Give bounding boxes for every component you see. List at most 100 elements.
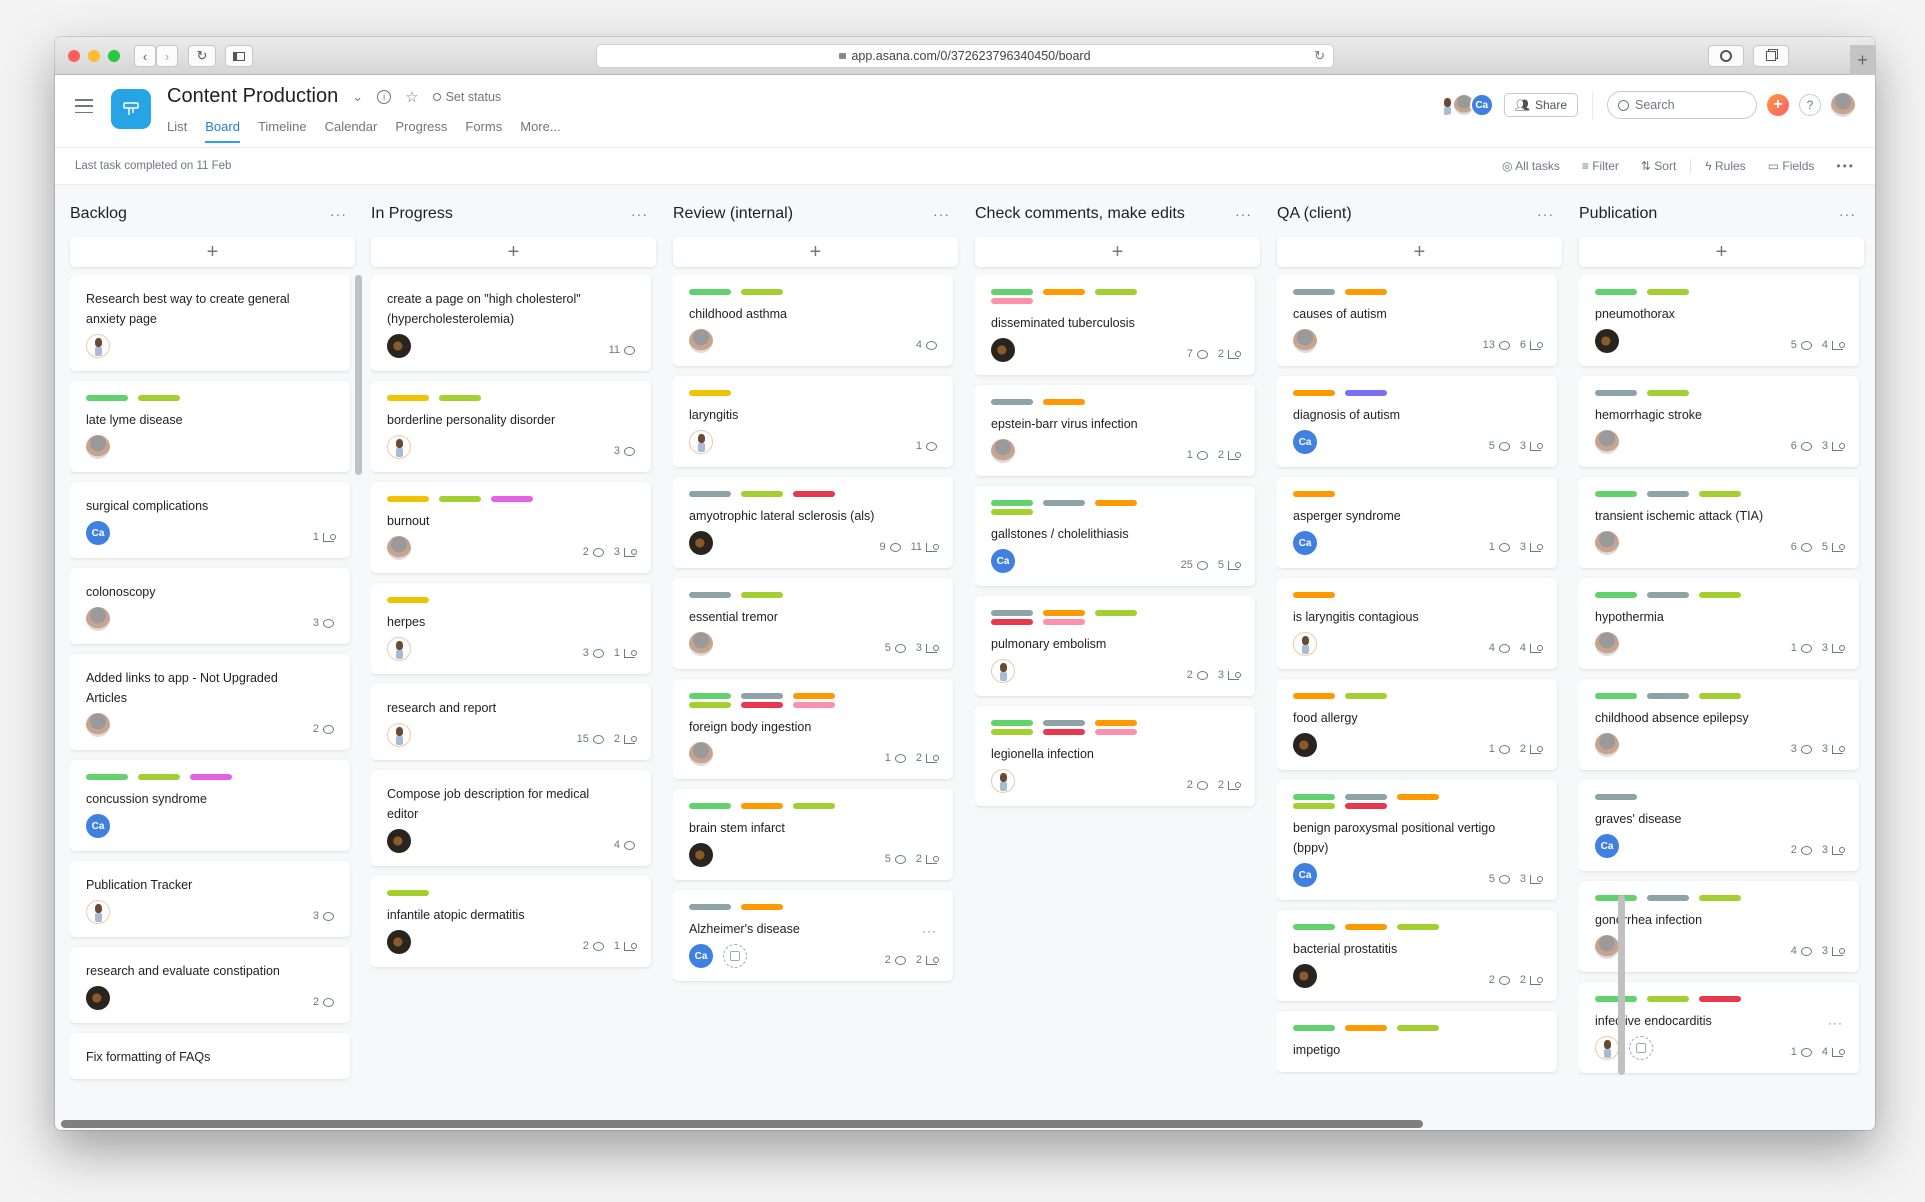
tag-lime[interactable] xyxy=(138,395,180,401)
add-task-button[interactable]: + xyxy=(70,237,355,267)
tag-gray[interactable] xyxy=(1043,720,1085,726)
user-avatar[interactable] xyxy=(1831,93,1855,117)
task-title[interactable]: diagnosis of autism xyxy=(1293,405,1541,425)
avatar[interactable] xyxy=(1293,329,1317,353)
tag-orange[interactable] xyxy=(1293,592,1335,598)
task-card[interactable]: hypothermia 1 3 xyxy=(1579,578,1859,669)
avatar[interactable] xyxy=(1595,430,1619,454)
task-card[interactable]: laryngitis 1 xyxy=(673,376,953,467)
task-title[interactable]: causes of autism xyxy=(1293,304,1541,324)
tag-yellow[interactable] xyxy=(387,395,429,401)
avatar[interactable] xyxy=(1595,531,1619,555)
tag-green[interactable] xyxy=(1595,996,1637,1002)
task-card[interactable]: Fix formatting of FAQs xyxy=(70,1033,350,1079)
tag-lime[interactable] xyxy=(138,774,180,780)
task-title[interactable]: research and evaluate constipation xyxy=(86,961,334,981)
vertical-scrollbar[interactable] xyxy=(1618,895,1625,1075)
task-card[interactable]: burnout 2 3 xyxy=(371,482,651,573)
task-title[interactable]: essential tremor xyxy=(689,607,937,627)
tag-gray[interactable] xyxy=(1595,794,1637,800)
calendar-icon[interactable] xyxy=(723,944,747,968)
tag-gray[interactable] xyxy=(689,592,731,598)
tag-orange[interactable] xyxy=(1095,720,1137,726)
task-card[interactable]: disseminated tuberculosis 7 2 xyxy=(975,275,1255,375)
task-title[interactable]: is laryngitis contagious xyxy=(1293,607,1541,627)
avatar[interactable]: Ca xyxy=(1293,531,1317,555)
task-card[interactable]: hemorrhagic stroke 6 3 xyxy=(1579,376,1859,467)
tag-gray[interactable] xyxy=(991,399,1033,405)
tag-lime[interactable] xyxy=(387,890,429,896)
tab-list[interactable]: List xyxy=(167,119,187,143)
tag-green[interactable] xyxy=(689,693,731,699)
tag-purple[interactable] xyxy=(1345,390,1387,396)
task-card[interactable]: Compose job description for medical edit… xyxy=(371,770,651,866)
task-title[interactable]: late lyme disease xyxy=(86,410,334,430)
tag-orange[interactable] xyxy=(1043,610,1085,616)
new-tab-button[interactable]: + xyxy=(1850,45,1875,75)
task-card[interactable]: foreign body ingestion 1 2 xyxy=(673,679,953,779)
tag-lime[interactable] xyxy=(1095,610,1137,616)
task-card[interactable]: Research best way to create general anxi… xyxy=(70,275,350,371)
tag-yellow[interactable] xyxy=(387,597,429,603)
add-task-button[interactable]: + xyxy=(1579,237,1864,267)
task-title[interactable]: Compose job description for medical edit… xyxy=(387,784,635,824)
tag-orange[interactable] xyxy=(1397,794,1439,800)
task-card[interactable]: Alzheimer's disease ··· Ca 2 2 xyxy=(673,890,953,981)
avatar[interactable]: Ca xyxy=(1293,863,1317,887)
tag-yellow[interactable] xyxy=(387,496,429,502)
task-title[interactable]: borderline personality disorder xyxy=(387,410,635,430)
tag-orange[interactable] xyxy=(1293,491,1335,497)
avatar[interactable] xyxy=(991,439,1015,463)
task-card[interactable]: asperger syndrome Ca 1 3 xyxy=(1277,477,1557,568)
avatar[interactable] xyxy=(1595,632,1619,656)
vertical-scrollbar[interactable] xyxy=(355,275,362,475)
avatar[interactable] xyxy=(689,632,713,656)
avatar[interactable] xyxy=(387,829,411,853)
tag-gray[interactable] xyxy=(1647,895,1689,901)
info-icon[interactable]: i xyxy=(377,89,392,104)
task-title[interactable]: Publication Tracker xyxy=(86,875,334,895)
task-card[interactable]: concussion syndrome Ca xyxy=(70,760,350,851)
tag-lime[interactable] xyxy=(1345,693,1387,699)
tag-orange[interactable] xyxy=(741,904,783,910)
task-card[interactable]: transient ischemic attack (TIA) 6 5 xyxy=(1579,477,1859,568)
avatar[interactable] xyxy=(86,435,110,459)
tag-lime[interactable] xyxy=(1699,895,1741,901)
tag-orange[interactable] xyxy=(1293,693,1335,699)
tag-pink[interactable] xyxy=(991,298,1033,304)
forward-button[interactable]: › xyxy=(156,45,178,67)
avatar[interactable] xyxy=(387,723,411,747)
task-title[interactable]: surgical complications xyxy=(86,496,334,516)
tag-gray[interactable] xyxy=(1345,794,1387,800)
tag-red[interactable] xyxy=(793,491,835,497)
task-card[interactable]: graves' disease Ca 2 3 xyxy=(1579,780,1859,871)
task-card[interactable]: surgical complications Ca 1 xyxy=(70,482,350,558)
avatar[interactable] xyxy=(387,435,411,459)
avatar[interactable] xyxy=(86,607,110,631)
task-title[interactable]: disseminated tuberculosis xyxy=(991,313,1239,333)
tag-lime[interactable] xyxy=(991,729,1033,735)
avatar[interactable] xyxy=(991,659,1015,683)
tag-gray[interactable] xyxy=(689,904,731,910)
task-card[interactable]: pneumothorax 5 4 xyxy=(1579,275,1859,366)
tab-board[interactable]: Board xyxy=(205,119,240,143)
sidebar-toggle-button[interactable] xyxy=(225,45,253,67)
task-card[interactable]: gallstones / cholelithiasis Ca 25 5 xyxy=(975,486,1255,586)
tag-orange[interactable] xyxy=(741,803,783,809)
avatar[interactable] xyxy=(86,900,110,924)
tag-red[interactable] xyxy=(1345,803,1387,809)
task-title[interactable]: Added links to app - Not Upgraded Articl… xyxy=(86,668,334,708)
tag-lime[interactable] xyxy=(1397,924,1439,930)
filter-button[interactable]: ≡ Filter xyxy=(1582,159,1619,173)
task-card[interactable]: childhood asthma 4 xyxy=(673,275,953,366)
tag-magenta[interactable] xyxy=(190,774,232,780)
task-title[interactable]: epstein-barr virus infection xyxy=(991,414,1239,434)
tag-green[interactable] xyxy=(689,289,731,295)
tag-lime[interactable] xyxy=(1699,693,1741,699)
tag-green[interactable] xyxy=(1595,289,1637,295)
share-button[interactable]: 👥︎ Share xyxy=(1503,93,1578,117)
task-card[interactable]: create a page on "high cholesterol" (hyp… xyxy=(371,275,651,371)
task-card[interactable]: essential tremor 5 3 xyxy=(673,578,953,669)
task-title[interactable]: Fix formatting of FAQs xyxy=(86,1047,334,1067)
task-card[interactable]: causes of autism 13 6 xyxy=(1277,275,1557,366)
